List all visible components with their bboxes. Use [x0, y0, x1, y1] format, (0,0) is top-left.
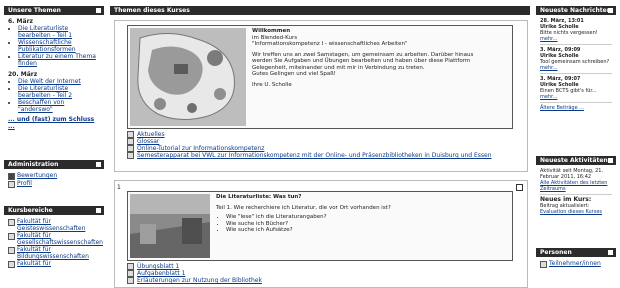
folder-icon	[8, 233, 15, 240]
news-title: Neueste Nachrichten	[540, 7, 611, 14]
document-icon	[127, 277, 134, 284]
people-title: Personen	[540, 249, 572, 256]
page-icon	[127, 152, 134, 159]
welcome-signature: Ihre U. Scholle	[252, 81, 292, 88]
news-block: Neueste Nachrichten 28. März, 13:01 Ulri…	[536, 6, 616, 150]
document-icon	[127, 263, 134, 270]
news-more-link[interactable]: mehr...	[540, 94, 557, 100]
library-graphic	[130, 194, 210, 258]
topics-block: Unsere Themen 6. März Die Literaturliste…	[4, 6, 104, 154]
campus-map-graphic	[130, 28, 246, 126]
admin-link-grades[interactable]: Bewertungen	[17, 172, 57, 179]
topic-date: 20. März	[8, 71, 38, 78]
people-header: Personen	[536, 248, 616, 257]
topic-link[interactable]: Beschaffen von "anderswo"	[18, 99, 64, 113]
folder-icon	[8, 247, 15, 254]
all-activity-link[interactable]: Alle Aktivitäten des letzten Zeitraums	[540, 180, 607, 192]
category-link[interactable]: Fakultät für	[17, 260, 51, 267]
welcome-frame: Willkommen im Blended-Kurs "Informations…	[127, 25, 513, 129]
topic-frame: Die Literaturliste: Was tun? Teil 1. Wie…	[127, 191, 513, 261]
collapse-icon[interactable]	[608, 250, 613, 255]
admin-title: Administration	[8, 161, 59, 168]
topic-bullet: Wie suche ich Aufsätze?	[226, 227, 508, 234]
topic-link[interactable]: Die Welt der Internet	[18, 78, 81, 85]
glossary-icon	[127, 138, 134, 145]
people-block: Personen Teilnehmer/innen	[536, 248, 616, 278]
collapse-icon[interactable]	[608, 158, 613, 163]
document-icon	[127, 270, 134, 277]
resource-link[interactable]: Aktuelles	[137, 131, 165, 138]
page-icon	[127, 145, 134, 152]
library-image	[130, 194, 210, 258]
activity-title: Neueste Aktivitäten	[540, 157, 608, 164]
activity-header: Neueste Aktivitäten	[536, 156, 616, 165]
main-column: Themen dieses Kurses Willkommen im Blend…	[110, 6, 530, 288]
resource-link[interactable]: Online-Tutorial zur Informationskompeten…	[137, 145, 264, 152]
collapse-icon[interactable]	[96, 208, 101, 213]
topics-title: Unsere Themen	[8, 7, 61, 14]
main-header: Themen dieses Kurses	[110, 6, 530, 15]
topic-date: 6. März	[8, 18, 34, 25]
activity-link[interactable]: Evaluation dieses Kurses	[540, 209, 602, 215]
section-1: 1 Die Literaturliste: Was tun? Teil 1. W…	[114, 180, 528, 288]
news-header: Neueste Nachrichten	[536, 6, 616, 15]
topic-link[interactable]: Literatur zu einem Thema finden	[18, 53, 96, 67]
activity-since: Aktivität seit Montag, 21. Februar 2011,…	[540, 168, 604, 180]
resource-link[interactable]: Semesterapparat bei VWL zur Informations…	[137, 152, 492, 159]
participants-link[interactable]: Teilnehmer/innen	[549, 260, 601, 267]
grades-icon	[8, 173, 15, 180]
category-link[interactable]: Fakultät für Gesellschaftswissenschaften	[17, 232, 103, 246]
section-number: 1	[117, 184, 121, 191]
admin-link-profile[interactable]: Profil	[17, 180, 32, 187]
admin-block: Administration Bewertungen Profil	[4, 160, 104, 200]
campus-map-image	[130, 28, 246, 126]
collapse-icon[interactable]	[608, 8, 613, 13]
categories-block: Kursbereiche Fakultät für Geisteswissens…	[4, 206, 104, 286]
news-more-link[interactable]: mehr...	[540, 36, 557, 42]
topic-link[interactable]: Wissenschaftliche Publikationsformen	[18, 39, 76, 53]
news-icon	[127, 131, 134, 138]
admin-header: Administration	[4, 160, 104, 169]
main-title: Themen dieses Kurses	[114, 7, 190, 14]
topics-header: Unsere Themen	[4, 6, 104, 15]
highlight-toggle-icon[interactable]	[516, 184, 523, 191]
profile-icon	[8, 181, 15, 188]
collapse-icon[interactable]	[96, 162, 101, 167]
resource-link[interactable]: Erläuterungen zur Nutzung der Bibliothek	[137, 277, 262, 284]
older-posts-link[interactable]: Ältere Beiträge ...	[540, 105, 584, 111]
category-link[interactable]: Fakultät für Bildungswissenschaften	[17, 246, 100, 260]
resource-link[interactable]: Glossar	[137, 138, 159, 145]
collapse-icon[interactable]	[96, 8, 101, 13]
category-link[interactable]: Fakultät für Geisteswissenschaften	[17, 218, 100, 232]
users-icon	[540, 261, 547, 268]
categories-header: Kursbereiche	[4, 206, 104, 215]
section-0: Willkommen im Blended-Kurs "Informations…	[114, 20, 528, 172]
folder-icon	[8, 261, 15, 268]
topic-link[interactable]: Die Literaturliste bearbeiten - Teil 2	[18, 85, 72, 99]
categories-title: Kursbereiche	[8, 207, 53, 214]
folder-icon	[8, 219, 15, 226]
welcome-line: werden Sie Aufgaben und Übungen bearbeit…	[252, 58, 471, 64]
end-link[interactable]: ... und (fast) zum Schluss ...	[8, 116, 94, 130]
resource-link[interactable]: Aufgabenblatt 1	[137, 270, 185, 277]
resource-link[interactable]: Übungsblatt 1	[137, 263, 179, 270]
topic-link[interactable]: Die Literaturliste bearbeiten - Teil 1	[18, 25, 72, 39]
activity-block: Neueste Aktivitäten Aktivität seit Monta…	[536, 156, 616, 242]
news-more-link[interactable]: mehr...	[540, 65, 557, 71]
